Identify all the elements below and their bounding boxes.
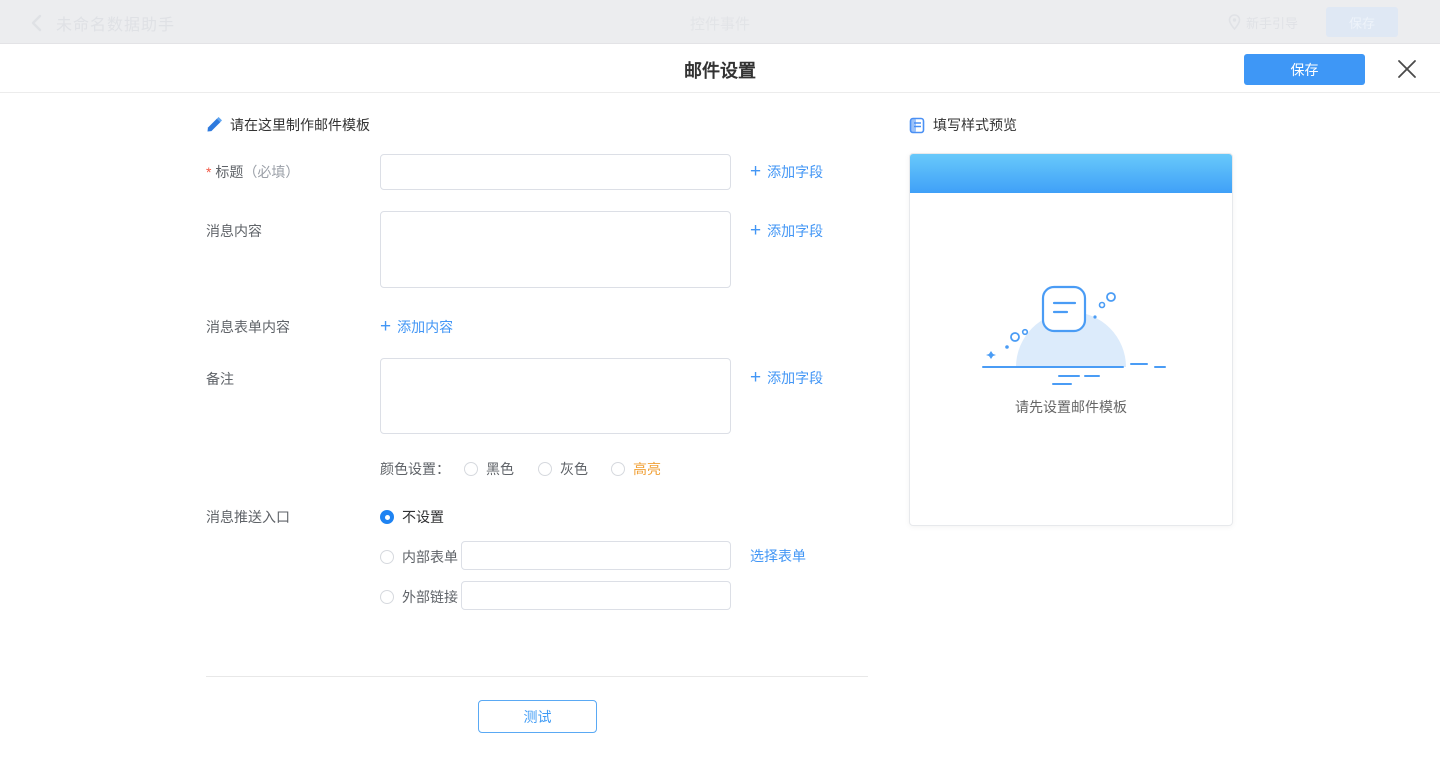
email-settings-modal: 邮件设置 保存 请在这里制作邮件模板 * 标题（必填） + 添加字段 消息内容 … bbox=[0, 44, 1440, 757]
required-mark: * bbox=[206, 164, 211, 180]
add-field-link-remark[interactable]: + 添加字段 bbox=[750, 370, 823, 386]
form-section-header: 请在这里制作邮件模板 bbox=[206, 115, 370, 135]
save-button[interactable]: 保存 bbox=[1244, 54, 1365, 85]
location-pin-icon bbox=[1228, 14, 1241, 30]
external-link-input[interactable] bbox=[461, 581, 731, 610]
color-setting-label: 颜色设置： bbox=[380, 461, 450, 477]
tab-control-event[interactable]: 控件事件 bbox=[0, 13, 1440, 34]
form-section-title: 请在这里制作邮件模板 bbox=[230, 115, 370, 135]
plus-icon: + bbox=[380, 320, 391, 334]
remark-textarea[interactable] bbox=[380, 358, 731, 434]
radio-label: 不设置 bbox=[402, 507, 444, 527]
radio-circle-icon bbox=[611, 462, 625, 476]
guide-link[interactable]: 新手引导 bbox=[1228, 13, 1298, 32]
radio-label: 内部表单 bbox=[402, 547, 458, 567]
add-field-link-content[interactable]: + 添加字段 bbox=[750, 223, 823, 239]
radio-color-highlight[interactable]: 高亮 bbox=[611, 459, 661, 479]
field-label-title: * 标题（必填） bbox=[206, 164, 299, 180]
radio-circle-icon bbox=[380, 590, 394, 604]
preview-placeholder-text: 请先设置邮件模板 bbox=[910, 397, 1232, 417]
radio-color-gray[interactable]: 灰色 bbox=[538, 459, 588, 479]
test-button[interactable]: 测试 bbox=[478, 700, 597, 733]
header-save-button[interactable]: 保存 bbox=[1326, 7, 1398, 37]
modal-header: 邮件设置 保存 bbox=[0, 44, 1440, 93]
radio-circle-icon bbox=[464, 462, 478, 476]
radio-push-external-link[interactable]: 外部链接 bbox=[380, 587, 458, 607]
radio-label: 黑色 bbox=[486, 459, 514, 479]
plus-icon: + bbox=[750, 224, 761, 238]
radio-label: 外部链接 bbox=[402, 587, 458, 607]
field-label-content: 消息内容 bbox=[206, 223, 262, 239]
preview-section-title: 填写样式预览 bbox=[933, 115, 1017, 135]
add-content-link[interactable]: + 添加内容 bbox=[380, 319, 453, 335]
preview-section-header: 填写样式预览 bbox=[909, 115, 1017, 135]
radio-push-none[interactable]: 不设置 bbox=[380, 507, 444, 527]
pencil-icon bbox=[206, 117, 222, 133]
select-form-link[interactable]: 选择表单 bbox=[750, 548, 806, 564]
radio-push-internal-form[interactable]: 内部表单 bbox=[380, 547, 458, 567]
radio-circle-icon bbox=[380, 550, 394, 564]
push-entry-label: 消息推送入口 bbox=[206, 509, 290, 525]
field-label-form-content: 消息表单内容 bbox=[206, 319, 290, 335]
radio-label: 高亮 bbox=[633, 459, 661, 479]
plus-icon: + bbox=[750, 165, 761, 179]
preview-doc-icon bbox=[909, 117, 925, 134]
radio-label: 灰色 bbox=[560, 459, 588, 479]
field-label-remark: 备注 bbox=[206, 371, 234, 387]
email-template-empty-illustration bbox=[910, 279, 1232, 389]
modal-title: 邮件设置 bbox=[0, 57, 1440, 83]
page-header: 未命名数据助手 控件事件 新手引导 保存 bbox=[0, 0, 1440, 44]
preview-card: 请先设置邮件模板 bbox=[909, 153, 1233, 526]
preview-card-header bbox=[910, 154, 1232, 193]
plus-icon: + bbox=[750, 371, 761, 385]
radio-circle-icon bbox=[380, 510, 394, 524]
add-field-link-title[interactable]: + 添加字段 bbox=[750, 164, 823, 180]
content-textarea[interactable] bbox=[380, 211, 731, 288]
guide-label: 新手引导 bbox=[1246, 13, 1298, 32]
close-icon[interactable] bbox=[1396, 58, 1418, 80]
radio-color-black[interactable]: 黑色 bbox=[464, 459, 514, 479]
title-input[interactable] bbox=[380, 154, 731, 190]
radio-circle-icon bbox=[538, 462, 552, 476]
internal-form-input[interactable] bbox=[461, 541, 731, 570]
form-divider bbox=[206, 676, 868, 677]
